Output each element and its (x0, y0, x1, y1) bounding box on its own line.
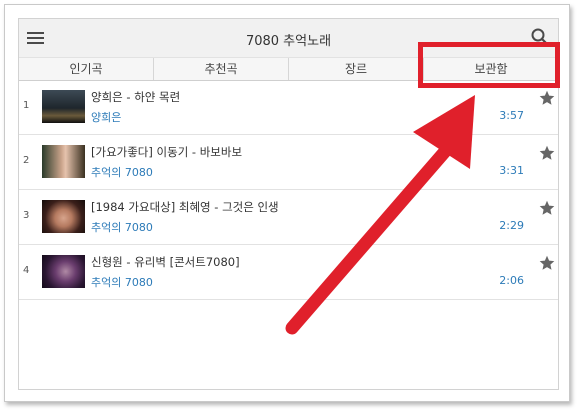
tab-genre[interactable]: 장르 (289, 58, 424, 80)
tab-popular[interactable]: 인기곡 (19, 58, 154, 80)
song-title: 양희은 - 하얀 목련 (91, 90, 181, 104)
song-list: 1 양희은 - 하얀 목련 양희은 3:57 2 [가요가좋다] 이동기 - 바… (19, 80, 558, 300)
row-number: 2 (23, 155, 30, 166)
song-subtitle: 추억의 7080 (91, 276, 153, 289)
song-subtitle: 추억의 7080 (91, 221, 153, 234)
song-duration: 3:31 (499, 164, 524, 177)
highlight-box (418, 42, 560, 88)
video-thumbnail[interactable] (42, 200, 85, 233)
video-thumbnail[interactable] (42, 90, 85, 123)
list-item[interactable]: 3 [1984 가요대상] 최혜영 - 그것은 인생 추억의 7080 2:29 (19, 190, 558, 245)
video-thumbnail[interactable] (42, 255, 85, 288)
star-icon[interactable] (539, 90, 555, 106)
tab-recommended[interactable]: 추천곡 (154, 58, 289, 80)
row-number: 3 (23, 210, 30, 221)
song-duration: 3:57 (499, 109, 524, 122)
song-title: [가요가좋다] 이동기 - 바보바보 (91, 145, 243, 159)
list-item[interactable]: 4 신형원 - 유리벽 [콘서트7080] 추억의 7080 2:06 (19, 245, 558, 300)
song-subtitle: 추억의 7080 (91, 166, 153, 179)
video-thumbnail[interactable] (42, 145, 85, 178)
list-item[interactable]: 1 양희은 - 하얀 목련 양희은 3:57 (19, 80, 558, 135)
list-item[interactable]: 2 [가요가좋다] 이동기 - 바보바보 추억의 7080 3:31 (19, 135, 558, 190)
star-icon[interactable] (539, 255, 555, 271)
song-duration: 2:06 (499, 274, 524, 287)
song-title: [1984 가요대상] 최혜영 - 그것은 인생 (91, 200, 279, 214)
song-subtitle: 양희은 (91, 111, 122, 124)
star-icon[interactable] (539, 145, 555, 161)
star-icon[interactable] (539, 200, 555, 216)
row-number: 1 (23, 100, 30, 111)
song-duration: 2:29 (499, 219, 524, 232)
song-title: 신형원 - 유리벽 [콘서트7080] (91, 255, 240, 269)
row-number: 4 (23, 265, 30, 276)
